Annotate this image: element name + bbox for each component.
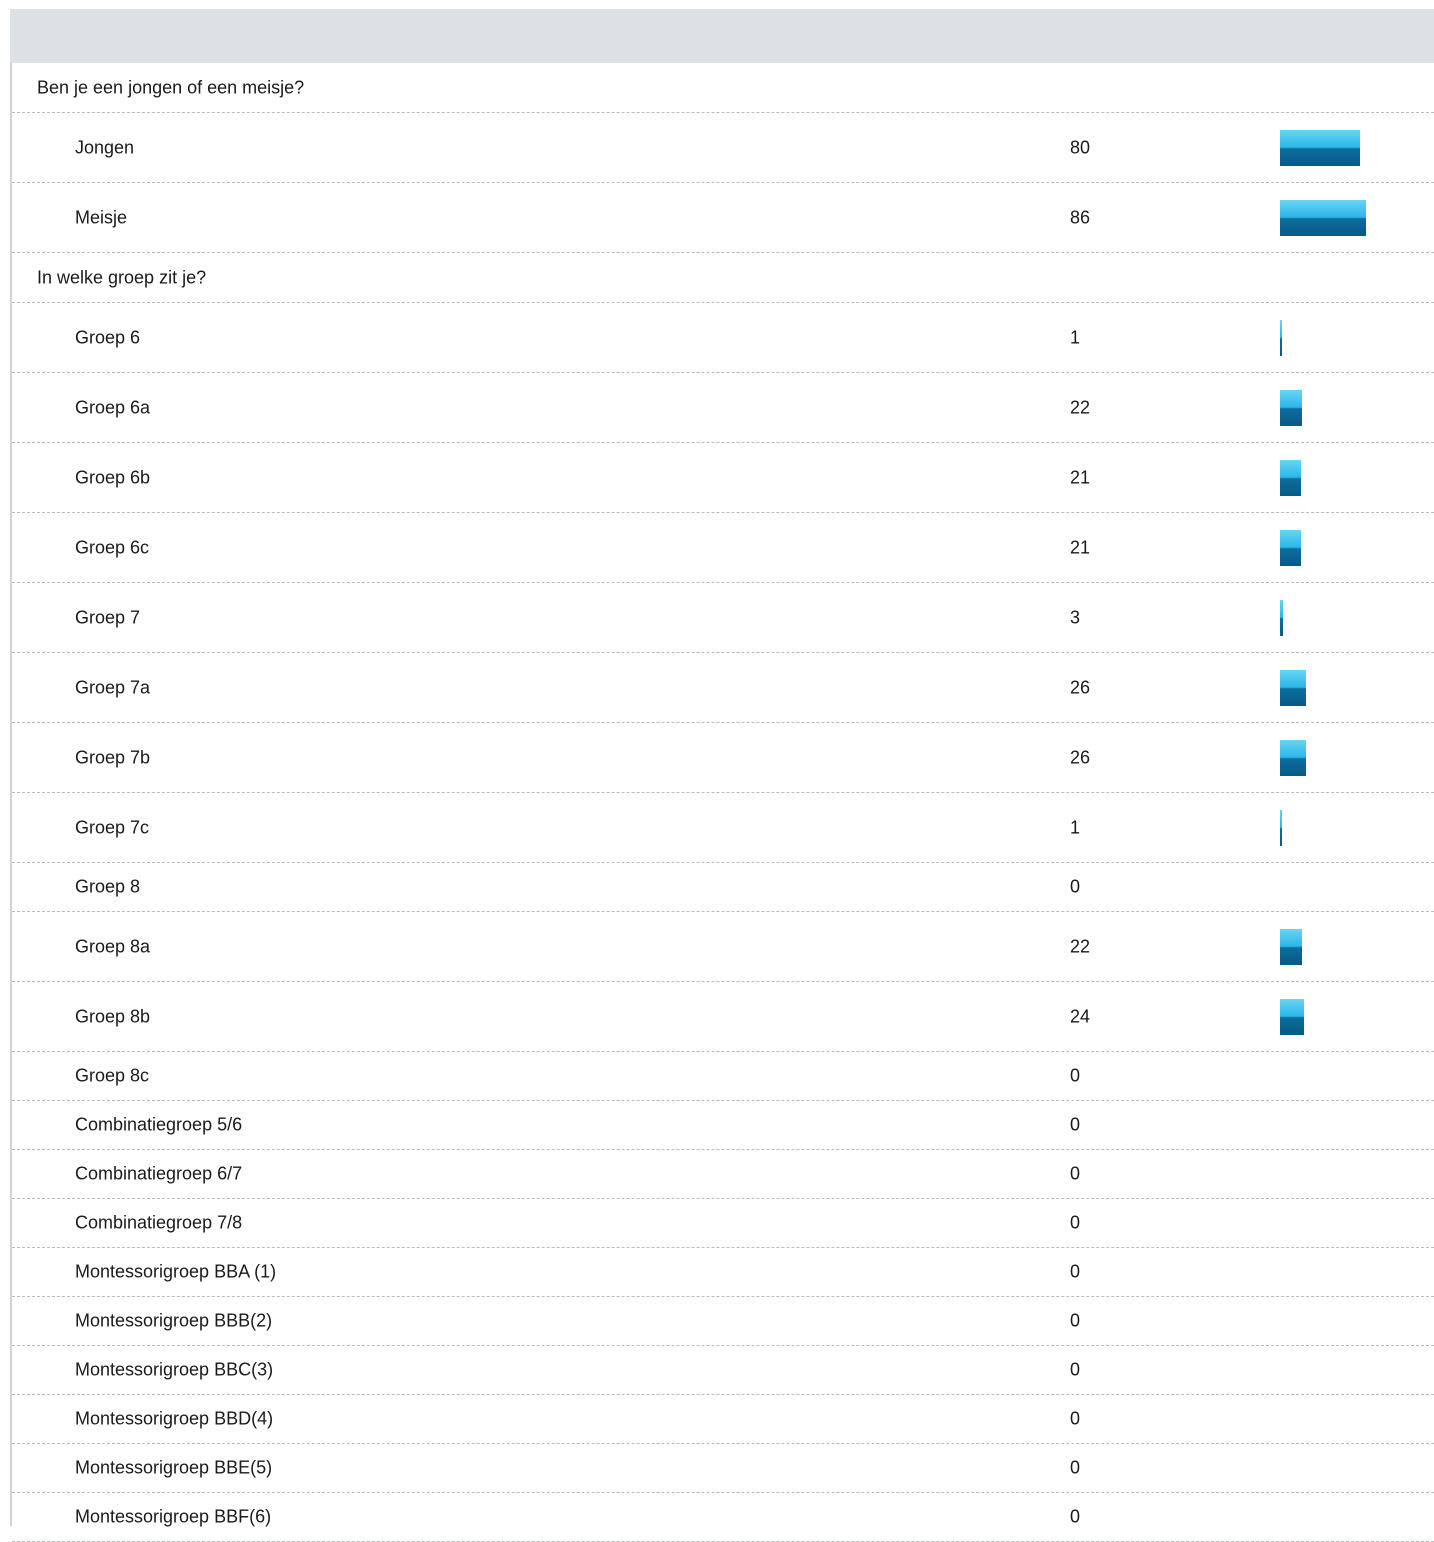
- answer-label: Montessorigroep BBC(3): [75, 1359, 274, 1380]
- answer-count: 0: [1070, 1163, 1081, 1184]
- results-table: Ben je een jongen of een meisje? Jongen 80…: [12, 63, 1434, 1542]
- question-row: In welke groep zit je?: [12, 253, 1434, 303]
- answer-row: Groep 7b 26: [12, 723, 1434, 793]
- question-title: In welke groep zit je?: [37, 267, 207, 287]
- answer-bar: [1280, 928, 1302, 965]
- question-title: Ben je een jongen of een meisje?: [37, 77, 305, 97]
- answer-bar: [1280, 739, 1306, 776]
- answer-bar: [1280, 389, 1302, 426]
- answer-row: Montessorigroep BBD(4) 0: [12, 1395, 1434, 1444]
- answer-row: Montessorigroep BBB(2) 0: [12, 1297, 1434, 1346]
- answer-row: Groep 7 3: [12, 583, 1434, 653]
- answer-bar: [1280, 319, 1282, 356]
- answer-row: Combinatiegroep 7/8 0: [12, 1199, 1434, 1248]
- answer-count: 0: [1070, 1310, 1081, 1331]
- answer-count: 22: [1070, 397, 1091, 417]
- answer-row: Groep 8b 24: [12, 982, 1434, 1052]
- answer-count: 0: [1070, 1457, 1081, 1478]
- answer-count: 0: [1070, 1114, 1081, 1135]
- answer-label: Groep 8: [75, 876, 141, 897]
- answer-label: Groep 7b: [75, 747, 151, 767]
- answer-count: 0: [1070, 1506, 1081, 1527]
- answer-row: Montessorigroep BBC(3) 0: [12, 1346, 1434, 1395]
- answer-label: Montessorigroep BBE(5): [75, 1457, 273, 1478]
- answer-count: 26: [1070, 677, 1091, 697]
- answer-count: 1: [1070, 327, 1081, 347]
- answer-count: 0: [1070, 1065, 1081, 1086]
- answer-count: 3: [1070, 607, 1081, 627]
- answer-bar: [1280, 529, 1301, 566]
- answer-label: Groep 8b: [75, 1006, 151, 1026]
- answer-label: Groep 8a: [75, 936, 151, 956]
- answer-row: Groep 6a 22: [12, 373, 1434, 443]
- answer-bar: [1280, 199, 1366, 236]
- answer-count: 0: [1070, 1212, 1081, 1233]
- answer-label: Montessorigroep BBB(2): [75, 1310, 273, 1331]
- answer-row: Montessorigroep BBA (1) 0: [12, 1248, 1434, 1297]
- answer-count: 22: [1070, 936, 1091, 956]
- answer-label: Groep 6: [75, 327, 141, 347]
- answer-count: 0: [1070, 1261, 1081, 1282]
- answer-row: Groep 6 1: [12, 303, 1434, 373]
- answer-bar: [1280, 459, 1301, 496]
- answer-label: Groep 8c: [75, 1065, 150, 1086]
- answer-count: 86: [1070, 207, 1091, 227]
- answer-row: Groep 8a 22: [12, 912, 1434, 982]
- answer-count: 0: [1070, 876, 1081, 897]
- answer-bar: [1280, 809, 1282, 846]
- answer-label: Groep 6b: [75, 467, 151, 487]
- answer-label: Montessorigroep BBF(6): [75, 1506, 272, 1527]
- answer-bar: [1280, 129, 1360, 166]
- answer-bar: [1280, 998, 1304, 1035]
- answer-label: Combinatiegroep 6/7: [75, 1163, 243, 1184]
- answer-label: Meisje: [75, 207, 128, 227]
- answer-row: Groep 7a 26: [12, 653, 1434, 723]
- header-band: [10, 9, 1434, 63]
- answer-label: Jongen: [75, 137, 135, 157]
- answer-count: 0: [1070, 1359, 1081, 1380]
- answer-label: Combinatiegroep 7/8: [75, 1212, 243, 1233]
- answer-label: Combinatiegroep 5/6: [75, 1114, 243, 1135]
- answer-row: Montessorigroep BBE(5) 0: [12, 1444, 1434, 1493]
- answer-bar: [1280, 599, 1283, 636]
- answer-row: Combinatiegroep 6/7 0: [12, 1150, 1434, 1199]
- answer-label: Groep 7a: [75, 677, 151, 697]
- answer-count: 21: [1070, 467, 1091, 487]
- question-row: Ben je een jongen of een meisje?: [12, 63, 1434, 113]
- answer-count: 24: [1070, 1006, 1091, 1026]
- answer-row: Groep 8 0: [12, 863, 1434, 912]
- answer-row: Groep 7c 1: [12, 793, 1434, 863]
- answer-count: 26: [1070, 747, 1091, 767]
- answer-label: Groep 6a: [75, 397, 151, 417]
- answer-label: Groep 7: [75, 607, 141, 627]
- answer-count: 21: [1070, 537, 1091, 557]
- answer-label: Montessorigroep BBD(4): [75, 1408, 274, 1429]
- answer-label: Montessorigroep BBA (1): [75, 1261, 277, 1282]
- answer-row: Groep 8c 0: [12, 1052, 1434, 1101]
- answer-row: Jongen 80: [12, 113, 1434, 183]
- answer-row: Combinatiegroep 5/6 0: [12, 1101, 1434, 1150]
- answer-bar: [1280, 669, 1306, 706]
- answer-label: Groep 7c: [75, 817, 150, 837]
- answer-label: Groep 6c: [75, 537, 150, 557]
- answer-row: Meisje 86: [12, 183, 1434, 253]
- answer-row: Montessorigroep BBF(6) 0: [12, 1493, 1434, 1542]
- answer-count: 80: [1070, 137, 1091, 157]
- answer-count: 1: [1070, 817, 1081, 837]
- answer-count: 0: [1070, 1408, 1081, 1429]
- answer-row: Groep 6c 21: [12, 513, 1434, 583]
- answer-row: Groep 6b 21: [12, 443, 1434, 513]
